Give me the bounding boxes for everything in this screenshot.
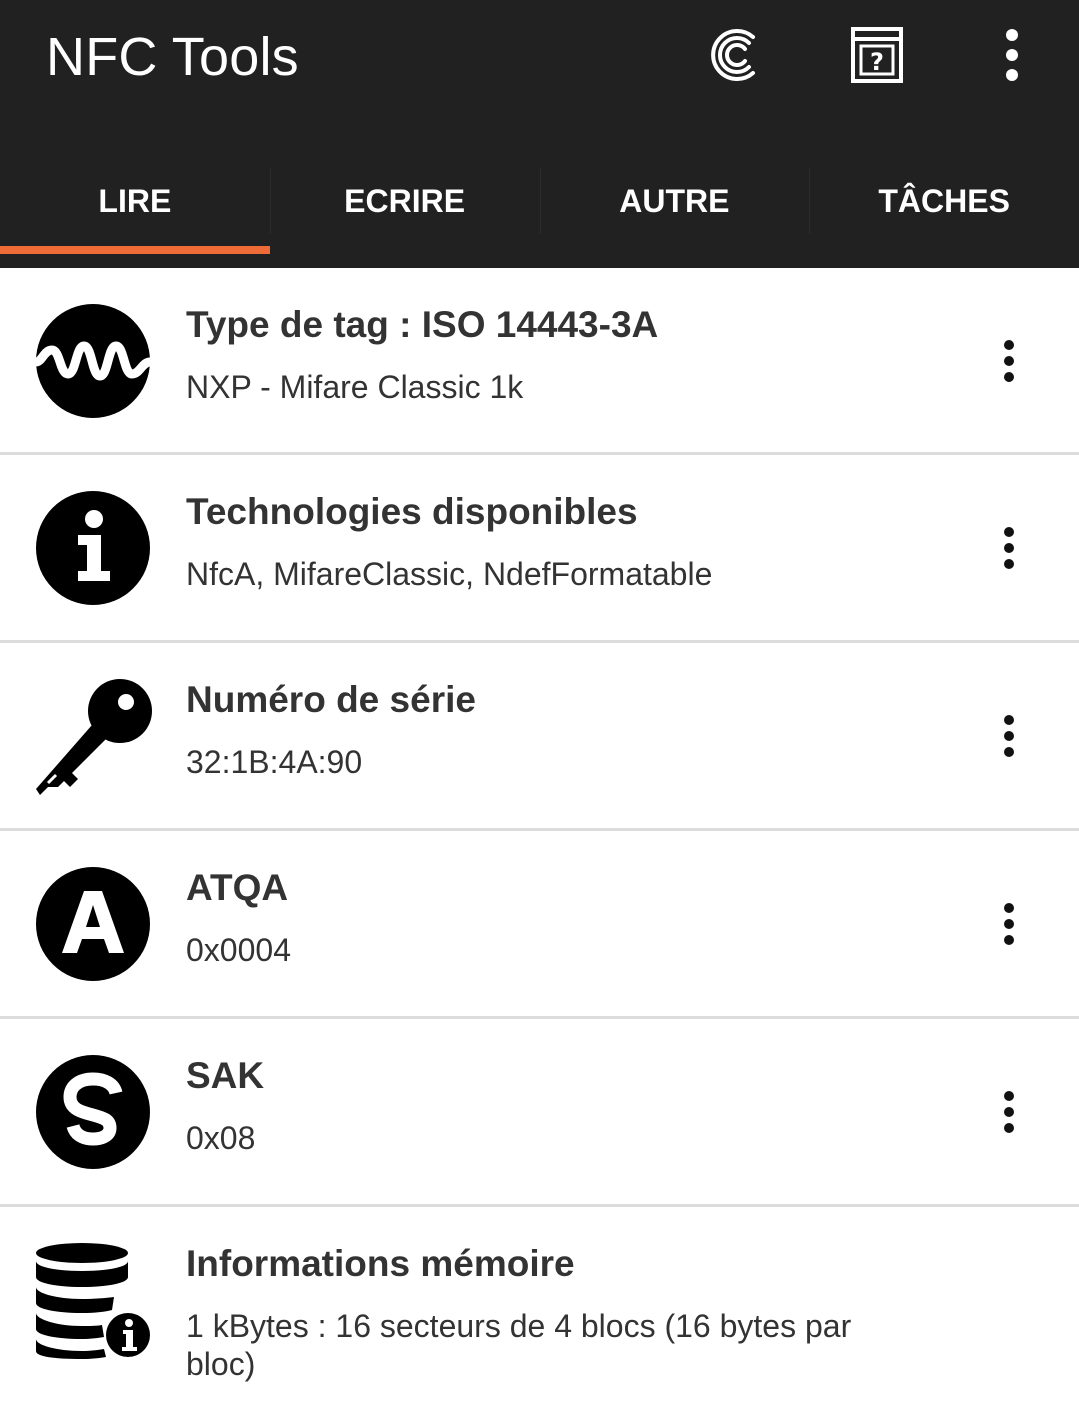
tab-taches[interactable]: TÂCHES (809, 140, 1079, 268)
list-item-technologies[interactable]: Technologies disponibles NfcA, MifareCla… (0, 455, 1079, 643)
more-vert-icon (1004, 1091, 1014, 1133)
item-value: NfcA, MifareClassic, NdefFormatable (186, 556, 713, 592)
item-title: Technologies disponibles (186, 491, 638, 532)
tab-label: LIRE (98, 182, 172, 219)
list-item-serial-number[interactable]: Numéro de série 32:1B:4A:90 (0, 643, 1079, 831)
item-title: Informations mémoire (186, 1243, 575, 1284)
letter-s-icon (36, 1055, 150, 1169)
app-title: NFC Tools (46, 27, 299, 87)
overflow-menu-icon (1006, 29, 1018, 81)
svg-text:?: ? (870, 48, 884, 76)
item-menu-button[interactable] (989, 899, 1029, 949)
key-icon (36, 679, 152, 795)
tab-lire[interactable]: LIRE (0, 140, 270, 268)
tab-ecrire[interactable]: ECRIRE (269, 140, 540, 268)
tab-label: AUTRE (619, 182, 730, 219)
list-item-tag-type[interactable]: Type de tag : ISO 14443-3A NXP - Mifare … (0, 268, 1079, 455)
more-vert-icon (1004, 527, 1014, 569)
info-icon (36, 491, 150, 605)
help-icon: ? (851, 27, 903, 83)
item-value: 0x0004 (186, 932, 291, 968)
item-title: Type de tag : ISO 14443-3A (186, 304, 659, 345)
list-item-sak[interactable]: SAK 0x08 (0, 1019, 1079, 1207)
tab-autre[interactable]: AUTRE (539, 140, 810, 268)
item-value: 32:1B:4A:90 (186, 744, 363, 780)
tab-label: ECRIRE (344, 182, 466, 219)
item-menu-button[interactable] (989, 711, 1029, 761)
help-button[interactable]: ? (842, 20, 912, 90)
item-menu-button[interactable] (989, 336, 1029, 386)
tag-info-list: Type de tag : ISO 14443-3A NXP - Mifare … (0, 268, 1079, 1419)
item-menu-button[interactable] (989, 523, 1029, 573)
pro-button[interactable] (704, 20, 774, 90)
item-title: SAK (186, 1055, 265, 1096)
list-item-atqa[interactable]: ATQA 0x0004 (0, 831, 1079, 1019)
item-value: NXP - Mifare Classic 1k (186, 369, 524, 405)
more-vert-icon (1004, 715, 1014, 757)
app-bar: NFC Tools ? LIRE ECRIRE AUTRE TÂCHES (0, 0, 1079, 268)
letter-a-icon (36, 867, 150, 981)
item-value: 1 kBytes : 16 secteurs de 4 blocs (16 by… (186, 1308, 852, 1382)
overflow-menu-button[interactable] (977, 20, 1047, 90)
pro-icon (711, 29, 755, 81)
item-menu-button[interactable] (989, 1087, 1029, 1137)
database-info-icon (36, 1243, 150, 1359)
item-title: ATQA (186, 867, 289, 908)
more-vert-icon (1004, 340, 1014, 382)
waveform-icon (34, 304, 152, 418)
tab-bar: LIRE ECRIRE AUTRE TÂCHES (0, 140, 1079, 268)
item-title: Numéro de série (186, 679, 476, 720)
more-vert-icon (1004, 903, 1014, 945)
list-item-memory-info[interactable]: Informations mémoire 1 kBytes : 16 secte… (0, 1207, 1079, 1419)
tab-label: TÂCHES (878, 182, 1010, 219)
item-value: 0x08 (186, 1120, 256, 1156)
